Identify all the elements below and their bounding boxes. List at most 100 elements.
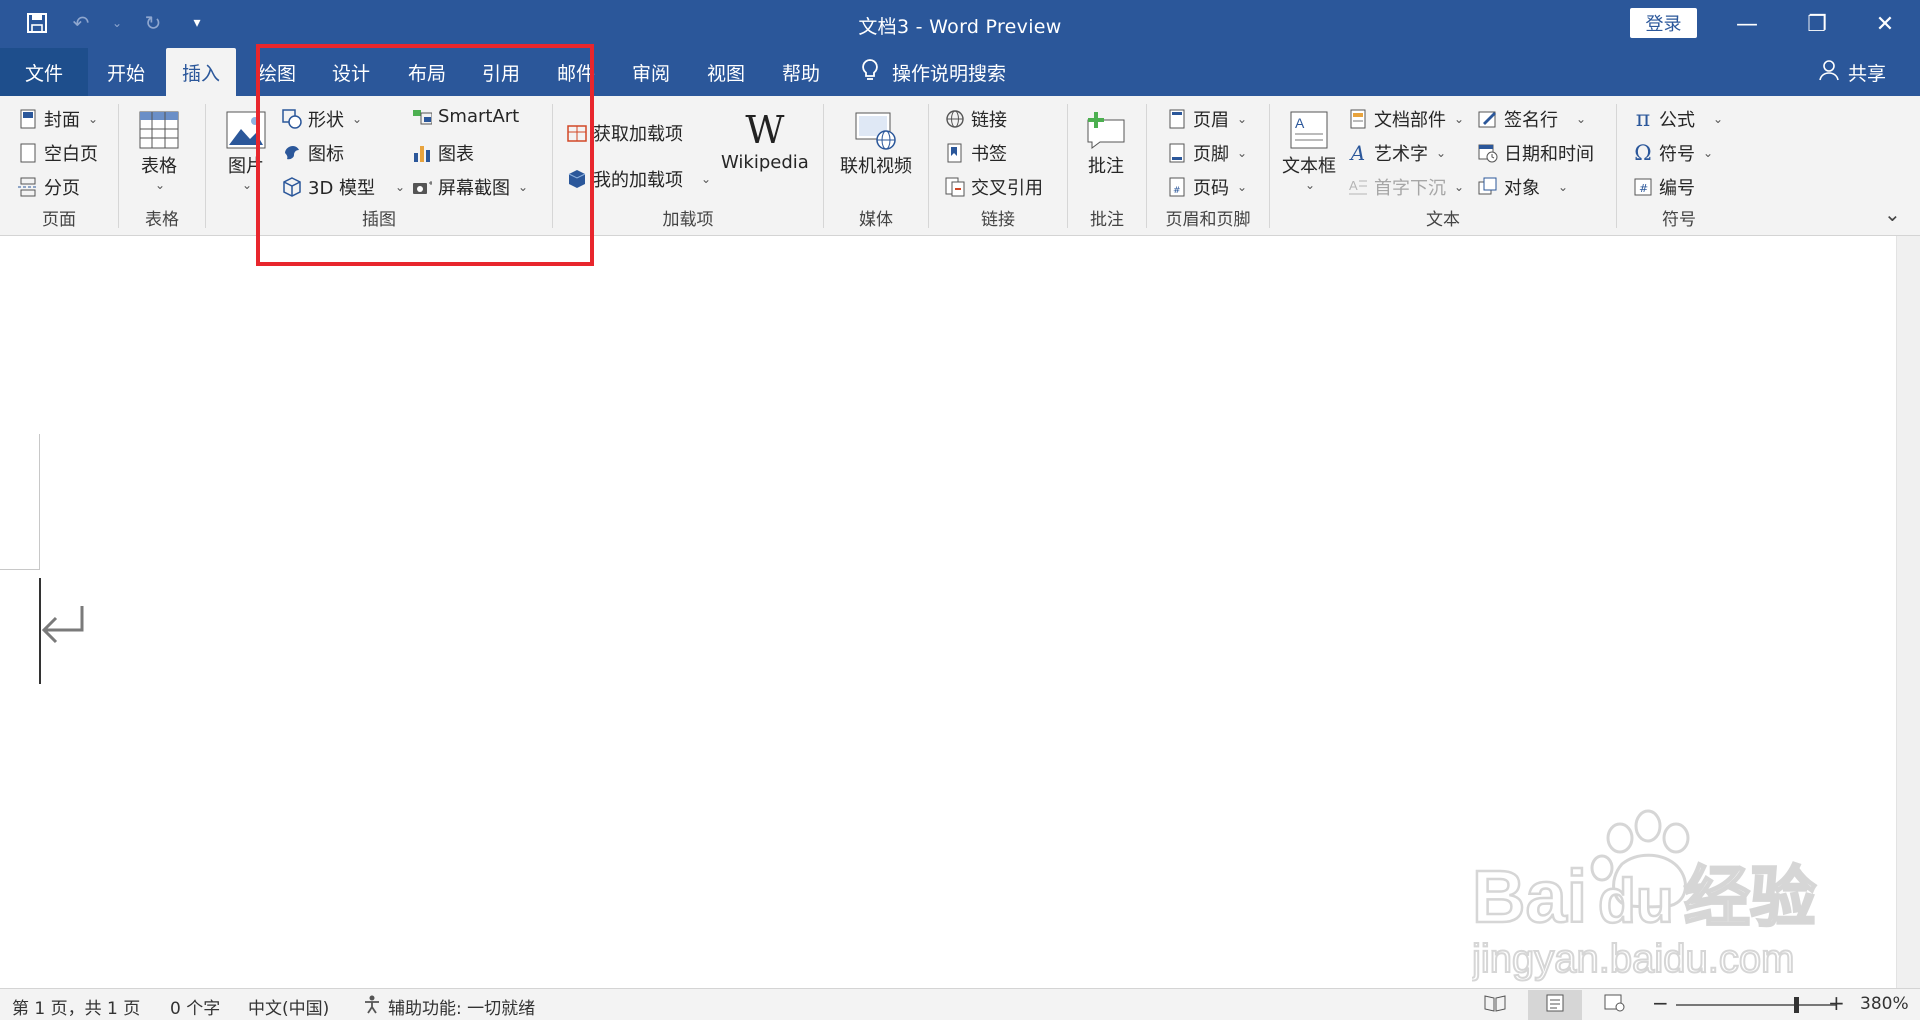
quick-parts-icon [1348, 109, 1368, 129]
share-button[interactable]: 共享 [1818, 48, 1886, 96]
paragraph-mark-icon [40, 604, 86, 652]
tab-mailings[interactable]: 邮件 [545, 48, 607, 96]
equation-button[interactable]: π 公式 ⌄ [1633, 106, 1723, 132]
smartart-button[interactable]: SmartArt [412, 106, 519, 127]
web-layout-button[interactable] [1588, 990, 1642, 1020]
minimize-button[interactable]: — [1712, 0, 1782, 48]
group-label-comments: 批注 [1090, 210, 1124, 230]
tell-me-search[interactable]: 操作说明搜索 [860, 48, 1006, 96]
get-addins-button[interactable]: 获取加载项 [567, 120, 683, 146]
signature-line-button[interactable]: 签名行 ⌄ [1478, 106, 1586, 132]
zoom-slider[interactable] [1676, 1004, 1836, 1006]
login-button[interactable]: 登录 [1630, 8, 1697, 38]
text-box-button[interactable]: A 文本框 ⌄ [1282, 108, 1336, 192]
blank-page-button[interactable]: 空白页 [18, 140, 98, 166]
online-video-button[interactable]: 联机视频 [840, 108, 912, 178]
svg-text:#: # [1173, 186, 1181, 196]
zoom-out-button[interactable]: − [1652, 991, 1669, 1015]
number-icon: # [1633, 177, 1653, 197]
print-layout-button[interactable] [1528, 990, 1582, 1020]
calendar-clock-icon [1478, 143, 1498, 163]
chevron-down-icon: ⌄ [1454, 112, 1465, 126]
number-button[interactable]: # 编号 [1633, 174, 1695, 200]
shapes-label: 形状 [308, 110, 344, 131]
my-addins-button[interactable]: 我的加载项 ⌄ [567, 166, 711, 192]
cross-reference-button[interactable]: 交叉引用 [945, 174, 1043, 200]
bookmark-icon [945, 143, 965, 163]
close-button[interactable]: ✕ [1850, 0, 1920, 48]
icons-label: 图标 [308, 144, 344, 165]
tab-review[interactable]: 审阅 [620, 48, 682, 96]
quick-parts-button[interactable]: 文档部件 ⌄ [1348, 106, 1464, 132]
chevron-down-icon: ⌄ [1713, 112, 1724, 126]
zoom-in-button[interactable]: + [1828, 991, 1845, 1015]
date-time-button[interactable]: 日期和时间 [1478, 140, 1594, 166]
pictures-button[interactable]: 图片 ⌄ [224, 108, 268, 192]
zoom-slider-thumb[interactable] [1794, 997, 1799, 1013]
tab-references[interactable]: 引用 [470, 48, 532, 96]
chevron-down-icon: ⌄ [1454, 180, 1465, 194]
read-mode-button[interactable] [1468, 990, 1522, 1020]
link-button[interactable]: 链接 [945, 106, 1007, 132]
new-comment-button[interactable]: 批注 [1084, 108, 1128, 178]
tab-home[interactable]: 开始 [96, 48, 156, 96]
word-count[interactable]: 0 个字 [170, 994, 220, 1019]
wikipedia-button[interactable]: W Wikipedia [721, 108, 809, 173]
wordart-button[interactable]: A 艺术字 ⌄ [1348, 140, 1446, 166]
tab-file[interactable]: 文件 [0, 48, 88, 96]
icons-button[interactable]: 图标 [282, 140, 344, 166]
get-addins-label: 获取加载项 [593, 124, 683, 145]
zoom-level[interactable]: 380% [1860, 994, 1909, 1014]
watermark-cn: 经验 [1684, 860, 1816, 934]
3d-models-button[interactable]: 3D 模型 ⌄ [282, 174, 405, 200]
object-button[interactable]: 对象 ⌄ [1478, 174, 1568, 200]
cover-page-label: 封面 [44, 110, 80, 131]
page-count[interactable]: 第 1 页，共 1 页 [12, 994, 140, 1019]
chevron-down-icon: ⌄ [1304, 178, 1316, 192]
svg-text:A: A [1295, 115, 1305, 131]
pictures-label: 图片 [228, 156, 264, 177]
tab-insert[interactable]: 插入 [166, 48, 236, 96]
chevron-down-icon: ⌄ [154, 178, 166, 192]
footer-button[interactable]: 页脚 ⌄ [1167, 140, 1247, 166]
tab-layout[interactable]: 布局 [396, 48, 458, 96]
group-label-illustrations: 插图 [362, 210, 396, 230]
shapes-icon [282, 109, 302, 129]
tab-draw[interactable]: 绘图 [246, 48, 308, 96]
cover-page-button[interactable]: 封面 ⌄ [18, 106, 98, 132]
accessibility-icon [362, 994, 382, 1019]
collapse-ribbon-icon[interactable]: ⌄ [1884, 202, 1901, 226]
restore-button[interactable]: ❐ [1782, 0, 1852, 48]
drop-cap-button[interactable]: A 首字下沉 ⌄ [1348, 174, 1464, 200]
language-indicator[interactable]: 中文(中国) [248, 994, 329, 1019]
title-bar: ↶ ⌄ ↻ ▾ 文档3 - Word Preview 登录 — ❐ ✕ [0, 0, 1920, 48]
vertical-scrollbar[interactable] [1896, 236, 1920, 988]
chevron-down-icon: ⌄ [1436, 146, 1447, 160]
blank-page-label: 空白页 [44, 144, 98, 165]
bookmark-button[interactable]: 书签 [945, 140, 1007, 166]
group-illustrations: 图片 ⌄ 形状 ⌄ 图标 3D 模型 ⌄ SmartArt 图表 屏幕截图 ⌄ … [206, 100, 552, 232]
lightbulb-icon [860, 58, 880, 87]
cross-reference-label: 交叉引用 [971, 178, 1043, 199]
group-label-text: 文本 [1426, 210, 1460, 230]
watermark-brand: Bai [1472, 855, 1587, 938]
bookmark-label: 书签 [971, 144, 1007, 165]
share-label: 共享 [1848, 62, 1887, 85]
tab-design[interactable]: 设计 [320, 48, 382, 96]
chart-button[interactable]: 图表 [412, 140, 474, 166]
tab-view[interactable]: 视图 [695, 48, 757, 96]
screenshot-button[interactable]: 屏幕截图 ⌄ [412, 174, 528, 200]
cube-icon [282, 177, 302, 197]
comment-icon [1084, 108, 1128, 152]
header-button[interactable]: 页眉 ⌄ [1167, 106, 1247, 132]
accessibility-checker[interactable]: 辅助功能: 一切就绪 [362, 994, 535, 1019]
shapes-button[interactable]: 形状 ⌄ [282, 106, 362, 132]
table-button[interactable]: 表格 ⌄ [137, 108, 181, 192]
page-number-button[interactable]: # 页码 ⌄ [1167, 174, 1247, 200]
page-break-button[interactable]: 分页 [18, 174, 80, 200]
symbol-button[interactable]: Ω 符号 ⌄ [1633, 140, 1713, 166]
tab-help[interactable]: 帮助 [770, 48, 832, 96]
page-margin-corner [0, 434, 40, 570]
group-symbols: π 公式 ⌄ Ω 符号 ⌄ # 编号 符号 [1617, 100, 1741, 232]
quick-parts-label: 文档部件 [1374, 110, 1446, 131]
